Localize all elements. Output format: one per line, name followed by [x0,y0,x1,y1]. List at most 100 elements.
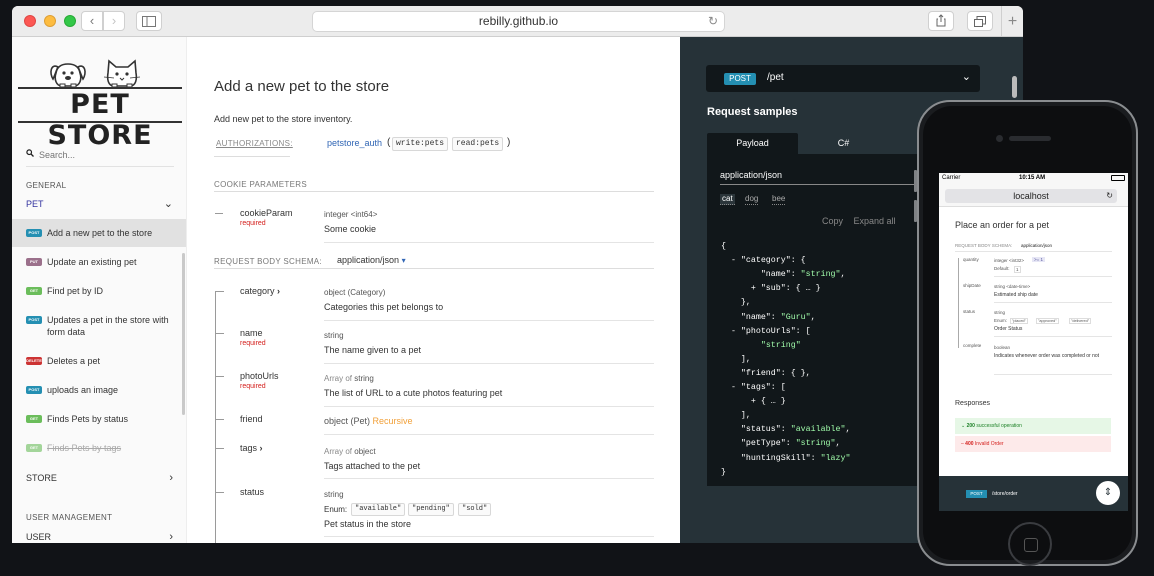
operation-content: Add a new pet to the store Add new pet t… [187,37,680,543]
field-name: shipDate [963,283,981,288]
home-button[interactable] [1008,522,1052,566]
param-name: name [240,328,263,338]
example-tab-dog[interactable]: dog [745,194,759,205]
endpoint-toggle[interactable]: POST /pet ⌄ [706,65,980,92]
auth-scheme-link[interactable]: petstore_auth [327,138,382,148]
response-200[interactable]: ⌄ 200 successful operation [955,418,1111,434]
required-label: required [240,383,266,390]
pet-store-logo[interactable]: PET STORE [16,53,184,151]
nav-item-label: Finds Pets by status [47,414,129,424]
forward-button[interactable]: › [103,11,125,31]
nav-group-user-label: USER [26,532,52,542]
enum-label: Enum: [994,318,1008,323]
code-actions: Copy Expand all [822,216,904,226]
nav-scrollbar[interactable] [182,253,185,415]
phone-body-type: application/json [1021,243,1053,248]
minimize-window-button[interactable] [44,15,56,27]
param-category[interactable]: category › [240,286,280,296]
divider [720,184,945,185]
nav-item-find-pet-by-id[interactable]: GET Find pet by ID [12,277,186,305]
nav-item-find-by-status[interactable]: GET Finds Pets by status [12,405,186,433]
code-line: + "sub": { … } [721,284,821,294]
camera-icon [996,135,1003,142]
search-box[interactable] [26,147,174,167]
type-value: object [354,447,376,456]
response-400[interactable]: – 400 Invalid Order [955,436,1111,452]
divider [994,302,1112,303]
required-label: required [240,340,266,347]
post-badge: POST [26,316,42,324]
nav-group-pet[interactable]: PET ⌄ [12,194,186,214]
tab-payload[interactable]: Payload [707,133,798,154]
nav-item-delete-pet[interactable]: DELETE Deletes a pet [12,347,186,375]
divider [324,406,654,407]
chevron-right-icon: › [277,286,281,296]
reload-icon[interactable]: ↻ [1106,189,1113,203]
operation-description: Add new pet to the store inventory. [214,114,353,124]
new-tab-button[interactable]: + [1001,6,1023,37]
content-type-dropdown[interactable]: application/json ▾ [337,255,406,265]
scroll-toggle-button[interactable]: ⇕ [1096,481,1120,505]
example-tab-bee[interactable]: bee [772,194,786,205]
nav-item-add-pet[interactable]: POST Add a new pet to the store [12,219,186,247]
address-bar[interactable]: rebilly.github.io ↻ [312,11,725,32]
scope-badge: write:pets [392,137,449,151]
page-scrollbar[interactable] [1012,76,1017,98]
responses-title: Responses [955,400,991,407]
pets-logo-icon [18,59,182,89]
nav-item-find-by-tags[interactable]: GET Finds Pets by tags [12,434,186,462]
field-description: Estimated ship date [994,292,1038,298]
home-square-icon [1024,538,1038,552]
field-name: status [963,309,976,314]
chevron-right-icon: › [259,443,263,453]
param-description: Some cookie [324,224,377,234]
close-paren: ) [507,137,511,148]
nav-item-update-pet[interactable]: PUT Update an existing pet [12,248,186,276]
phone-bezel: Carrier 10:15 AM localhost ↻ Place an or… [923,106,1132,566]
close-window-button[interactable] [24,15,36,27]
nav-item-update-pet-form[interactable]: POST Updates a pet in the store with for… [12,306,186,346]
example-tab-cat[interactable]: cat [720,194,735,205]
zoom-window-button[interactable] [64,15,76,27]
divider [994,374,1112,375]
nav-group-store[interactable]: STORE › [12,468,186,488]
expand-all-button[interactable]: Expand all [854,216,896,226]
nav-item-label: uploads an image [47,385,119,395]
request-samples-title: Request samples [707,106,798,118]
side-menu: PET STORE GENERAL PET ⌄ POST Add a new p… [12,37,187,543]
tree-connector [216,376,224,377]
nav-group-user[interactable]: USER › [12,527,186,543]
copy-button[interactable]: Copy [822,216,843,226]
show-tabs-button[interactable] [967,11,993,31]
tree-connector [216,333,224,334]
response-code: 400 [965,441,974,447]
nav-group-store-label: STORE [26,473,57,483]
browser-window: ‹ › rebilly.github.io ↻ + PET STORE Sear… [12,6,1023,543]
open-paren: ( [387,137,391,148]
search-icon [26,149,34,160]
response-label: successful operation [976,423,1022,429]
section-label-general: GENERAL [26,181,67,190]
tab-csharp[interactable]: C# [798,133,889,154]
back-button[interactable]: ‹ [81,11,103,31]
param-tags[interactable]: tags › [240,443,263,453]
param-type: integer <int64> [324,210,378,219]
search-input[interactable] [39,150,159,160]
tabs-icon [974,16,986,27]
request-body-label: REQUEST BODY SCHEMA: [214,257,322,266]
chevron-right-icon: › [169,472,173,484]
reload-icon[interactable]: ↻ [708,12,718,31]
phone-address-bar[interactable]: localhost ↻ [945,189,1117,203]
content-type-value: application/json [337,255,400,265]
nav-item-label: Deletes a pet [47,356,101,366]
code-line: - "category": { [721,256,806,266]
share-button[interactable] [928,11,954,31]
nav-item-upload-image[interactable]: POST uploads an image [12,376,186,404]
divider [324,320,654,321]
divider [214,191,654,192]
phone-status-bar: Carrier 10:15 AM [939,173,1128,185]
sidebar-toggle-button[interactable] [136,11,162,31]
section-label-user-management: USER MANAGEMENT [26,513,113,522]
divider [994,276,1112,277]
param-description: Categories this pet belongs to [324,302,444,312]
